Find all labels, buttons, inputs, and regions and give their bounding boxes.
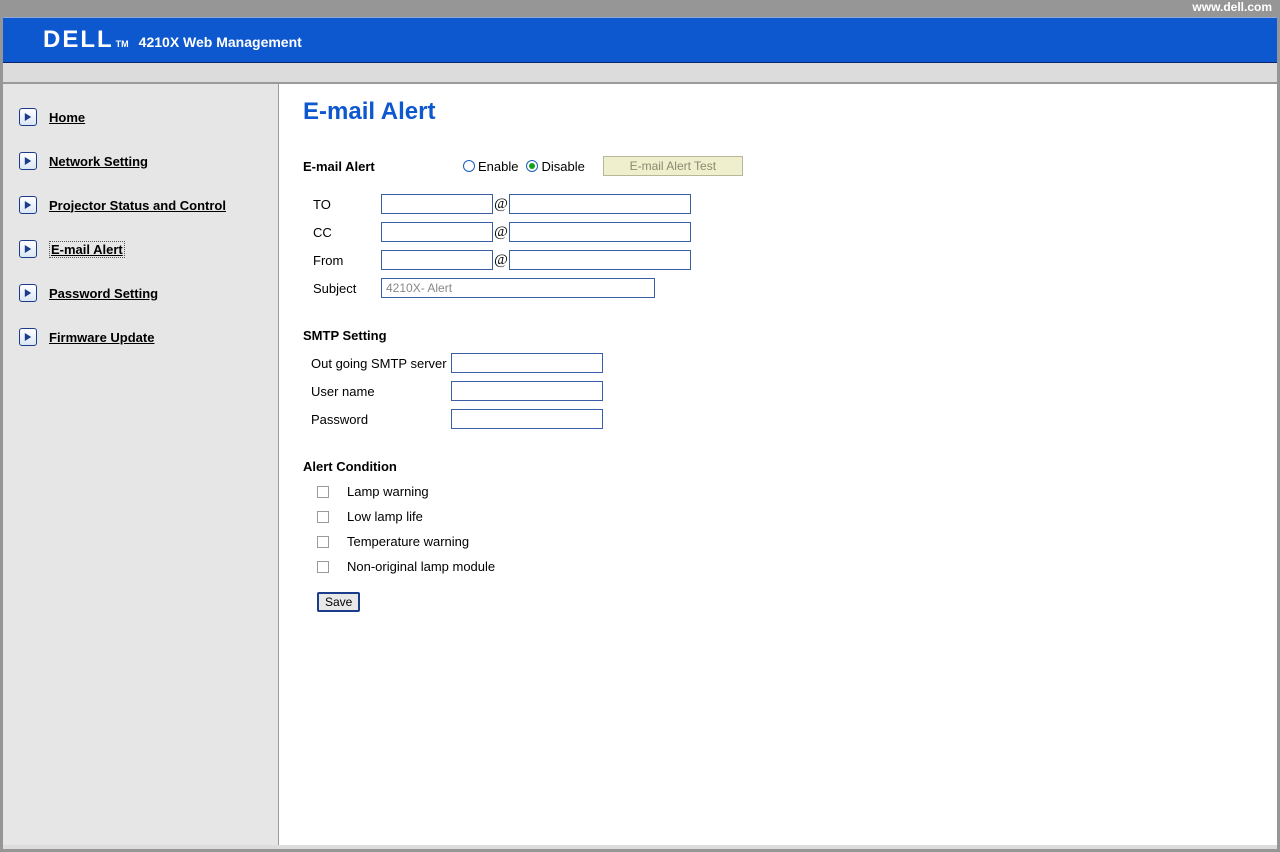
to-domain-input[interactable] [509,194,691,214]
alert-label: Low lamp life [347,509,423,524]
checkbox-icon [317,511,329,523]
sidebar-item-label: E-mail Alert [49,241,125,258]
checkbox-icon [317,536,329,548]
save-button[interactable]: Save [317,592,360,612]
smtp-pass-input[interactable] [451,409,603,429]
sidebar-item-home[interactable]: Home [19,108,262,126]
at-sign-icon: @ [494,224,508,241]
sidebar-item-label: Password Setting [49,286,158,301]
play-icon [19,284,37,302]
disable-radio-wrap[interactable]: Disable [526,159,584,174]
smtp-user-label: User name [303,384,451,399]
smtp-server-label: Out going SMTP server [303,356,451,371]
cc-row: CC @ [303,222,1253,242]
subject-label: Subject [303,281,381,296]
smtp-section-title: SMTP Setting [303,328,1253,343]
top-url[interactable]: www.dell.com [1192,0,1272,16]
page-title: E-mail Alert [303,98,1253,126]
smtp-user-input[interactable] [451,381,603,401]
email-alert-test-button[interactable]: E-mail Alert Test [603,156,743,176]
main-panel: E-mail Alert E-mail Alert Enable Disable… [279,84,1277,845]
disable-label: Disable [541,159,584,174]
subject-row: Subject [303,278,1253,298]
top-url-strip: www.dell.com [3,3,1277,17]
sidebar-item-password-setting[interactable]: Password Setting [19,284,262,302]
alert-condition-title: Alert Condition [303,459,1253,474]
brand-subtitle: 4210X Web Management [139,34,302,50]
smtp-pass-label: Password [303,412,451,427]
smtp-server-input[interactable] [451,353,603,373]
alert-label: Non-original lamp module [347,559,495,574]
from-domain-input[interactable] [509,250,691,270]
sidebar-item-firmware-update[interactable]: Firmware Update [19,328,262,346]
checkbox-icon [317,486,329,498]
to-user-input[interactable] [381,194,493,214]
from-row: From @ [303,250,1253,270]
email-alert-label: E-mail Alert [303,159,463,174]
header-divider-strip [3,63,1277,83]
at-sign-icon: @ [494,252,508,269]
sidebar-item-label: Projector Status and Control [49,198,226,213]
enable-radio-wrap[interactable]: Enable [463,159,518,174]
alert-lamp-warning-row[interactable]: Lamp warning [303,484,1253,499]
cc-domain-input[interactable] [509,222,691,242]
radio-icon [463,160,475,172]
app-frame: www.dell.com DELL TM 4210X Web Managemen… [0,0,1280,852]
play-icon [19,152,37,170]
alert-label: Temperature warning [347,534,469,549]
sidebar: Home Network Setting Projector Status an… [3,84,279,845]
smtp-pass-row: Password [303,409,1253,429]
alert-low-lamp-life-row[interactable]: Low lamp life [303,509,1253,524]
brand-word: DELL [43,26,114,54]
play-icon [19,240,37,258]
radio-icon [526,160,538,172]
alert-label: Lamp warning [347,484,429,499]
play-icon [19,108,37,126]
cc-label: CC [303,225,381,240]
brand-tm: TM [116,39,129,49]
smtp-server-row: Out going SMTP server [303,353,1253,373]
sidebar-item-label: Firmware Update [49,330,154,345]
play-icon [19,328,37,346]
header: DELL TM 4210X Web Management [3,17,1277,63]
brand-logo: DELL TM 4210X Web Management [43,26,302,54]
from-user-input[interactable] [381,250,493,270]
sidebar-item-network-setting[interactable]: Network Setting [19,152,262,170]
alert-non-original-lamp-row[interactable]: Non-original lamp module [303,559,1253,574]
content-area: Home Network Setting Projector Status an… [3,83,1277,845]
cc-user-input[interactable] [381,222,493,242]
enable-label: Enable [478,159,518,174]
to-label: TO [303,197,381,212]
smtp-user-row: User name [303,381,1253,401]
from-label: From [303,253,381,268]
alert-temperature-warning-row[interactable]: Temperature warning [303,534,1253,549]
play-icon [19,196,37,214]
checkbox-icon [317,561,329,573]
sidebar-item-label: Home [49,110,85,125]
sidebar-item-projector-status[interactable]: Projector Status and Control [19,196,262,214]
at-sign-icon: @ [494,196,508,213]
sidebar-item-label: Network Setting [49,154,148,169]
subject-input[interactable] [381,278,655,298]
email-alert-toggle-row: E-mail Alert Enable Disable E-mail Alert… [303,156,1253,176]
sidebar-item-email-alert[interactable]: E-mail Alert [19,240,262,258]
to-row: TO @ [303,194,1253,214]
